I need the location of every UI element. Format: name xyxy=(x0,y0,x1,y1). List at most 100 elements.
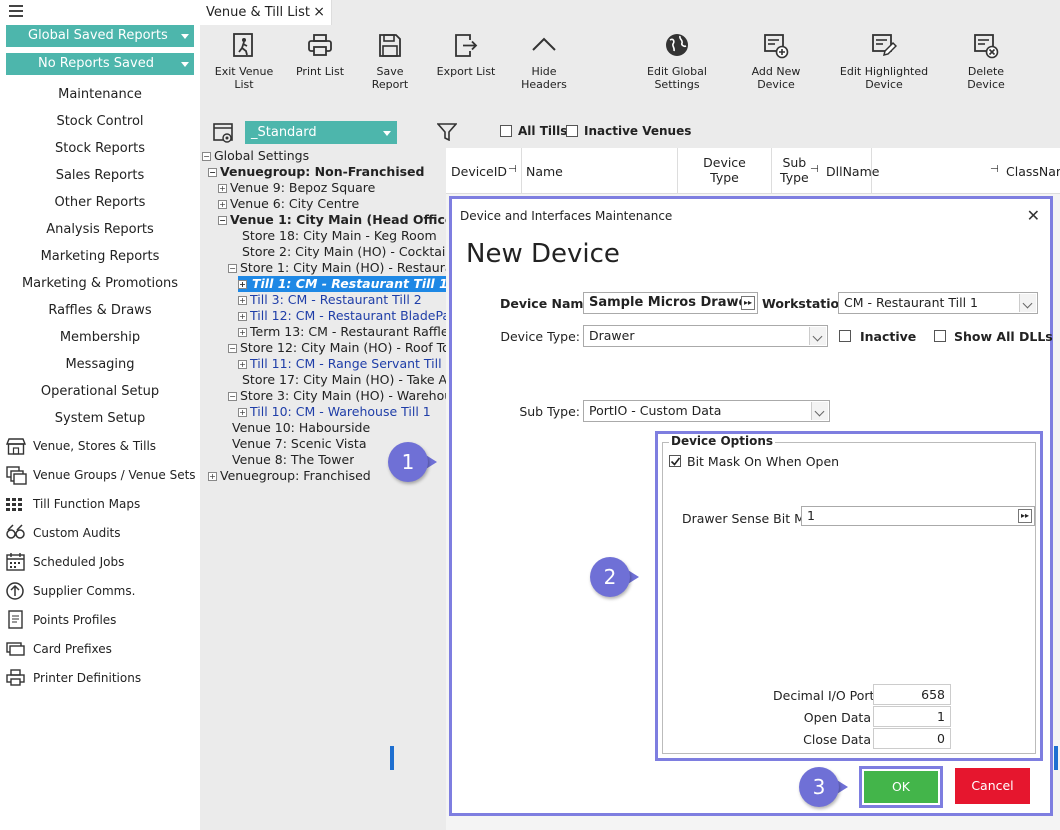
tree-node[interactable]: + Till 11: CM - Range Servant Till 1 xyxy=(238,356,454,372)
chevron-down-icon[interactable] xyxy=(809,327,826,345)
edit-global-settings-button[interactable]: Edit Global Settings xyxy=(627,32,727,91)
menu-stock-control[interactable]: Stock Control xyxy=(0,114,200,129)
inactive-venues-checkbox[interactable] xyxy=(566,125,578,137)
menu-stock-reports[interactable]: Stock Reports xyxy=(0,141,200,156)
menu-raffles-draws[interactable]: Raffles & Draws xyxy=(0,303,200,318)
template-dropdown[interactable]: _Standard xyxy=(245,121,397,144)
expand-icon[interactable]: + xyxy=(238,360,247,369)
column-dll-name[interactable]: ⊣ xyxy=(872,148,1002,194)
tree-node[interactable]: + Venue 6: City Centre xyxy=(218,196,359,212)
tree-node[interactable]: Store 18: City Main - Keg Room xyxy=(242,228,437,244)
collapse-icon[interactable]: − xyxy=(228,392,237,401)
view-template-icon[interactable] xyxy=(212,121,236,145)
pin-icon[interactable]: ⊣ xyxy=(810,164,819,175)
menu-marketing-reports[interactable]: Marketing Reports xyxy=(0,249,200,264)
expand-text-icon[interactable]: ▸▸ xyxy=(741,296,755,310)
tool-scheduled-jobs[interactable]: Scheduled Jobs xyxy=(5,551,195,573)
column-device-type[interactable]: Device Type xyxy=(678,148,772,194)
tree-node[interactable]: − Store 3: City Main (HO) - Warehouse xyxy=(228,388,466,404)
menu-maintenance[interactable]: Maintenance xyxy=(0,87,200,102)
delete-device-button[interactable]: Delete Device xyxy=(949,32,1023,91)
collapse-icon[interactable]: − xyxy=(228,264,237,273)
saved-reports-dropdown[interactable]: No Reports Saved xyxy=(6,53,194,75)
collapse-icon[interactable]: − xyxy=(208,168,217,177)
menu-analysis-reports[interactable]: Analysis Reports xyxy=(0,222,200,237)
tree-node[interactable]: Venue 8: The Tower xyxy=(232,452,354,468)
tab-venue-till-list[interactable]: Venue & Till List × xyxy=(200,0,332,25)
tree-node[interactable]: − Venuegroup: Non-Franchised xyxy=(208,164,424,180)
tool-venue-stores-tills[interactable]: Venue, Stores & Tills xyxy=(5,435,195,457)
show-all-dlls-checkbox[interactable] xyxy=(934,330,946,342)
collapse-icon[interactable]: − xyxy=(228,344,237,353)
menu-sales-reports[interactable]: Sales Reports xyxy=(0,168,200,183)
expand-icon[interactable]: + xyxy=(208,472,217,481)
tree-node[interactable]: + Venue 9: Bepoz Square xyxy=(218,180,375,196)
tree-node[interactable]: Store 17: City Main (HO) - Take Away xyxy=(242,372,472,388)
exit-venue-list-button[interactable]: Exit Venue List xyxy=(206,32,282,91)
global-saved-reports-dropdown[interactable]: Global Saved Reports xyxy=(6,25,194,47)
expand-icon[interactable]: + xyxy=(218,184,227,193)
expand-text-icon[interactable]: ▸▸ xyxy=(1018,509,1032,523)
menu-system-setup[interactable]: System Setup xyxy=(0,411,200,426)
tree-node[interactable]: + Till 10: CM - Warehouse Till 1 xyxy=(238,404,431,420)
device-name-input[interactable]: Sample Micros Drawer ▸▸ xyxy=(583,292,758,314)
device-type-select[interactable]: Drawer xyxy=(583,325,828,347)
menu-marketing-promotions[interactable]: Marketing & Promotions xyxy=(0,276,200,291)
expand-icon[interactable]: + xyxy=(238,280,247,289)
tool-printer-definitions[interactable]: Printer Definitions xyxy=(5,667,195,689)
close-data-input[interactable]: 0 xyxy=(873,728,951,749)
expand-icon[interactable]: + xyxy=(238,328,247,337)
expand-icon[interactable]: + xyxy=(218,200,227,209)
expand-icon[interactable]: + xyxy=(238,296,247,305)
all-tills-checkbox[interactable] xyxy=(500,125,512,137)
tree-node[interactable]: + Till 3: CM - Restaurant Till 2 xyxy=(238,292,422,308)
ok-button[interactable]: OK xyxy=(864,771,938,803)
column-name[interactable]: Name xyxy=(522,148,678,194)
menu-membership[interactable]: Membership xyxy=(0,330,200,345)
filter-icon[interactable] xyxy=(437,123,457,141)
cancel-button[interactable]: Cancel xyxy=(955,768,1030,804)
tree-node[interactable]: + Till 12: CM - Restaurant BladePay xyxy=(238,308,457,324)
open-data-input[interactable]: 1 xyxy=(873,706,951,727)
pin-icon[interactable]: ⊣ xyxy=(990,164,999,175)
column-class-name[interactable]: ClassName xyxy=(1002,148,1060,194)
expand-icon[interactable]: + xyxy=(238,312,247,321)
tree-node[interactable]: − Venue 1: City Main (Head Office) xyxy=(218,212,459,228)
workstation-select[interactable]: CM - Restaurant Till 1 xyxy=(838,292,1038,314)
tree-node[interactable]: − Store 12: City Main (HO) - Roof Top xyxy=(228,340,458,356)
port-input[interactable]: 658 xyxy=(873,684,951,705)
tree-node[interactable]: Store 2: City Main (HO) - Cocktail Bar xyxy=(242,244,474,260)
tree-node[interactable]: Venue 7: Scenic Vista xyxy=(232,436,366,452)
close-tab-icon[interactable]: × xyxy=(313,0,325,25)
tree-node[interactable]: + Term 13: CM - Restaurant Raffle xyxy=(238,324,449,340)
export-list-button[interactable]: Export List xyxy=(436,32,496,82)
close-icon[interactable]: ✕ xyxy=(1027,206,1040,225)
chevron-down-icon[interactable] xyxy=(811,402,828,420)
add-new-device-button[interactable]: Add New Device xyxy=(733,32,819,91)
tool-supplier-comms[interactable]: Supplier Comms. xyxy=(5,580,195,602)
bit-mask-checkbox[interactable] xyxy=(669,455,681,467)
tool-venue-groups[interactable]: Venue Groups / Venue Sets xyxy=(5,464,196,486)
tree-node[interactable]: + Till 1: CM - Restaurant Till 1 xyxy=(238,276,456,292)
collapse-icon[interactable]: − xyxy=(202,152,211,161)
tree-node[interactable]: + Venuegroup: Franchised xyxy=(208,468,371,484)
chevron-down-icon[interactable] xyxy=(1019,294,1036,312)
tree-node[interactable]: − Global Settings xyxy=(202,148,309,164)
expand-icon[interactable]: + xyxy=(238,408,247,417)
hide-headers-button[interactable]: Hide Headers xyxy=(508,32,580,91)
inactive-checkbox[interactable] xyxy=(839,330,851,342)
menu-messaging[interactable]: Messaging xyxy=(0,357,200,372)
tool-till-function-maps[interactable]: Till Function Maps xyxy=(5,493,195,515)
sub-type-select[interactable]: PortIO - Custom Data xyxy=(583,400,830,422)
tree-node[interactable]: Venue 10: Habourside xyxy=(232,420,370,436)
print-list-button[interactable]: Print List xyxy=(292,32,348,82)
tool-custom-audits[interactable]: Custom Audits xyxy=(5,522,195,544)
column-sub-type[interactable]: Sub Type ⊣ DllName xyxy=(772,148,879,194)
pin-icon[interactable]: ⊣ xyxy=(508,164,517,175)
tool-points-profiles[interactable]: Points Profiles xyxy=(5,609,195,631)
menu-other-reports[interactable]: Other Reports xyxy=(0,195,200,210)
edit-highlighted-device-button[interactable]: Edit Highlighted Device xyxy=(824,32,944,91)
hamburger-menu-icon[interactable] xyxy=(9,5,23,17)
column-device-id[interactable]: DeviceID ⊣ xyxy=(446,148,522,194)
tool-card-prefixes[interactable]: Card Prefixes xyxy=(5,638,195,660)
